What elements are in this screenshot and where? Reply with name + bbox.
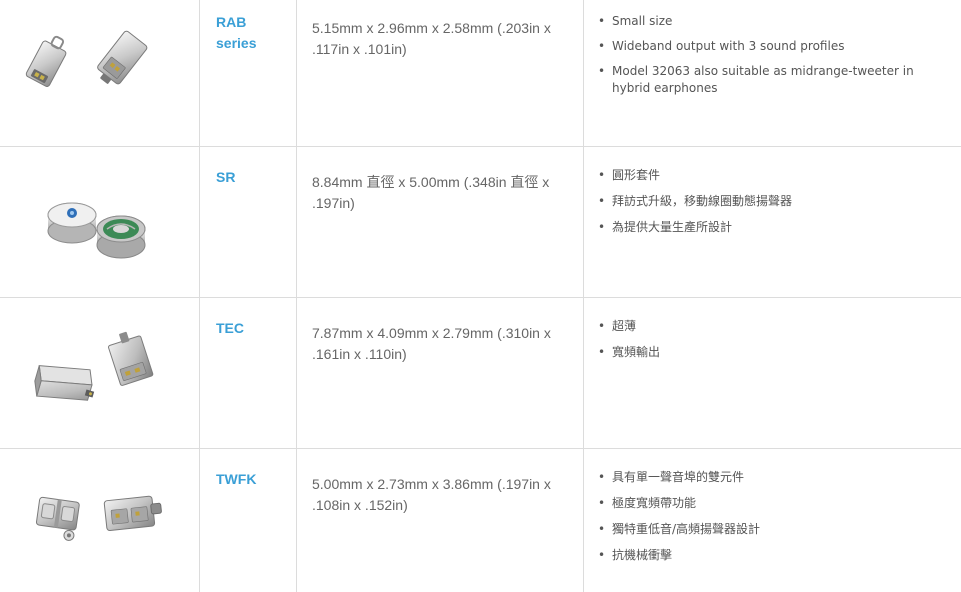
list-item: 抗機械衝擊 bbox=[598, 547, 948, 564]
product-name[interactable]: RAB series bbox=[216, 12, 286, 54]
list-item: Model 32063 also suitable as midrange-tw… bbox=[598, 63, 948, 97]
feature-list: 超薄 寬頻輸出 bbox=[598, 318, 948, 370]
product-table: RAB series 5.15mm x 2.96mm x 2.58mm (.20… bbox=[0, 0, 961, 592]
table-row: TWFK 5.00mm x 2.73mm x 3.86mm (.197in x … bbox=[0, 449, 961, 592]
product-dimensions: 5.15mm x 2.96mm x 2.58mm (.203in x .117i… bbox=[312, 20, 551, 57]
product-name[interactable]: TWFK bbox=[216, 469, 286, 490]
product-dimensions: 8.84mm 直徑 x 5.00mm (.348in 直徑 x .197in) bbox=[312, 174, 550, 211]
twfk-dual-receiver-image bbox=[35, 495, 162, 541]
list-item: Small size bbox=[598, 13, 948, 30]
product-image bbox=[0, 0, 199, 146]
table-row: RAB series 5.15mm x 2.96mm x 2.58mm (.20… bbox=[0, 0, 961, 147]
tec-receiver-image bbox=[34, 331, 154, 401]
feature-list: Small size Wideband output with 3 sound … bbox=[598, 13, 948, 106]
product-dimensions: 5.00mm x 2.73mm x 3.86mm (.197in x .108i… bbox=[312, 476, 551, 513]
list-item: Wideband output with 3 sound profiles bbox=[598, 38, 948, 55]
product-name-line1[interactable]: RAB bbox=[216, 12, 286, 33]
list-item: 圓形套件 bbox=[598, 167, 948, 184]
feature-list: 圓形套件 拜訪式升級，移動線圈動態揚聲器 為提供大量生產所設計 bbox=[598, 167, 948, 245]
list-item: 寬頻輸出 bbox=[598, 344, 948, 361]
product-image bbox=[0, 449, 199, 592]
list-item: 極度寬頻帶功能 bbox=[598, 495, 948, 512]
list-item: 拜訪式升級，移動線圈動態揚聲器 bbox=[598, 193, 948, 210]
product-name-line1[interactable]: TEC bbox=[216, 318, 286, 339]
product-dimensions: 7.87mm x 4.09mm x 2.79mm (.310in x .161i… bbox=[312, 325, 551, 362]
list-item: 為提供大量生產所設計 bbox=[598, 219, 948, 236]
product-image bbox=[0, 298, 199, 448]
list-item: 具有單一聲音埠的雙元件 bbox=[598, 469, 948, 486]
list-item: 超薄 bbox=[598, 318, 948, 335]
product-image bbox=[0, 147, 199, 297]
list-item: 獨特重低音/高頻揚聲器設計 bbox=[598, 521, 948, 538]
product-name[interactable]: TEC bbox=[216, 318, 286, 339]
feature-list: 具有單一聲音埠的雙元件 極度寬頻帶功能 獨特重低音/高頻揚聲器設計 抗機械衝擊 bbox=[598, 469, 948, 573]
product-name-line1[interactable]: SR bbox=[216, 167, 286, 188]
table-row: TEC 7.87mm x 4.09mm x 2.79mm (.310in x .… bbox=[0, 298, 961, 449]
product-name[interactable]: SR bbox=[216, 167, 286, 188]
table-row: SR 8.84mm 直徑 x 5.00mm (.348in 直徑 x .197i… bbox=[0, 147, 961, 298]
rab-series-receiver-image bbox=[25, 30, 148, 87]
product-name-line1[interactable]: TWFK bbox=[216, 469, 286, 490]
sr-round-speaker-image bbox=[47, 202, 146, 259]
product-name-line2[interactable]: series bbox=[216, 33, 286, 54]
